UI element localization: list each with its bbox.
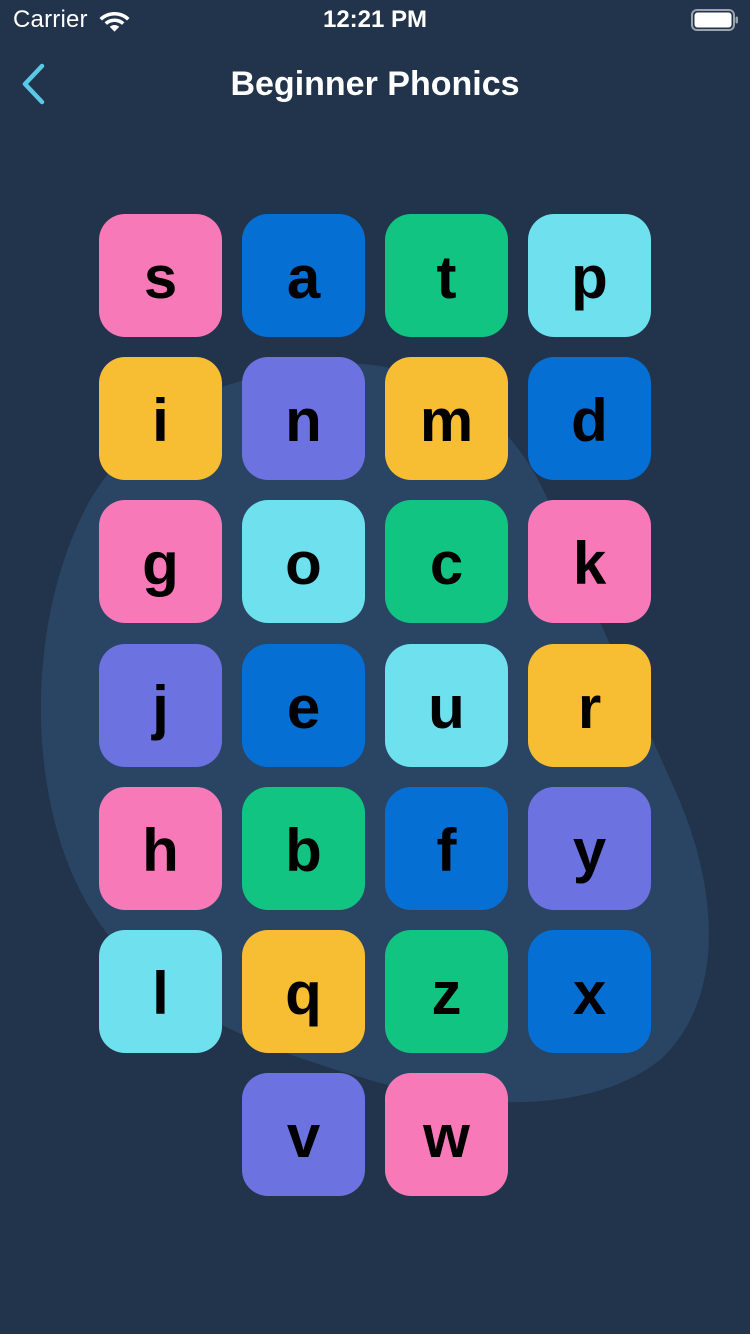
letter-label: a xyxy=(286,243,321,311)
navigation-bar: Beginner Phonics xyxy=(0,40,750,128)
letter-tile-q[interactable]: q xyxy=(242,930,365,1053)
letter-label: m xyxy=(419,386,474,454)
letter-tile-h[interactable]: h xyxy=(99,787,222,910)
letter-label: s xyxy=(143,243,178,311)
letter-label: t xyxy=(436,243,457,311)
chevron-left-icon xyxy=(22,63,45,105)
letter-tile-d[interactable]: d xyxy=(528,357,651,480)
letter-tile-b[interactable]: b xyxy=(242,787,365,910)
battery-icon xyxy=(691,9,738,31)
letter-tile-r[interactable]: r xyxy=(528,644,651,767)
letter-label: c xyxy=(429,529,464,597)
letter-label: w xyxy=(423,1102,470,1170)
letter-label: x xyxy=(572,959,607,1027)
letter-label: e xyxy=(286,673,321,741)
letter-tile-t[interactable]: t xyxy=(385,214,508,337)
letter-label: y xyxy=(572,816,607,884)
letter-tile-n[interactable]: n xyxy=(242,357,365,480)
letter-tile-k[interactable]: k xyxy=(528,500,651,623)
page-title: Beginner Phonics xyxy=(230,65,520,103)
letter-label: b xyxy=(285,816,322,884)
letter-label: f xyxy=(436,816,457,884)
letter-label: r xyxy=(577,673,602,741)
letter-label: q xyxy=(285,959,322,1027)
letter-tile-s[interactable]: s xyxy=(99,214,222,337)
letter-label: v xyxy=(286,1102,321,1170)
letter-label: l xyxy=(152,959,169,1027)
letter-tile-j[interactable]: j xyxy=(99,644,222,767)
letter-tile-m[interactable]: m xyxy=(385,357,508,480)
letter-tile-g[interactable]: g xyxy=(99,500,222,623)
letter-tile-c[interactable]: c xyxy=(385,500,508,623)
letter-label: g xyxy=(142,529,179,597)
letter-label: z xyxy=(431,959,462,1027)
letter-label: p xyxy=(571,243,608,311)
letter-tile-o[interactable]: o xyxy=(242,500,365,623)
phonics-screen: Carrier 12:21 PM Beginner Phonics s a t p i n… xyxy=(0,0,750,1334)
letter-label: n xyxy=(285,386,322,454)
letter-tile-z[interactable]: z xyxy=(385,930,508,1053)
status-bar: Carrier 12:21 PM xyxy=(0,0,750,40)
letter-label: u xyxy=(428,673,465,741)
letter-label: o xyxy=(285,529,322,597)
letter-tile-l[interactable]: l xyxy=(99,930,222,1053)
clock: 12:21 PM xyxy=(322,6,428,33)
letter-tile-x[interactable]: x xyxy=(528,930,651,1053)
letter-tile-w[interactable]: w xyxy=(385,1073,508,1196)
letter-tile-u[interactable]: u xyxy=(385,644,508,767)
letter-label: h xyxy=(142,816,179,884)
letter-tile-p[interactable]: p xyxy=(528,214,651,337)
letter-label: j xyxy=(152,673,169,741)
letter-tile-y[interactable]: y xyxy=(528,787,651,910)
letter-label: i xyxy=(152,386,169,454)
letter-tile-a[interactable]: a xyxy=(242,214,365,337)
letter-tile-f[interactable]: f xyxy=(385,787,508,910)
back-button[interactable] xyxy=(8,56,58,112)
letter-label: k xyxy=(572,529,607,597)
letter-tile-v[interactable]: v xyxy=(242,1073,365,1196)
letter-tile-e[interactable]: e xyxy=(242,644,365,767)
letter-tile-i[interactable]: i xyxy=(99,357,222,480)
letter-label: d xyxy=(571,386,608,454)
